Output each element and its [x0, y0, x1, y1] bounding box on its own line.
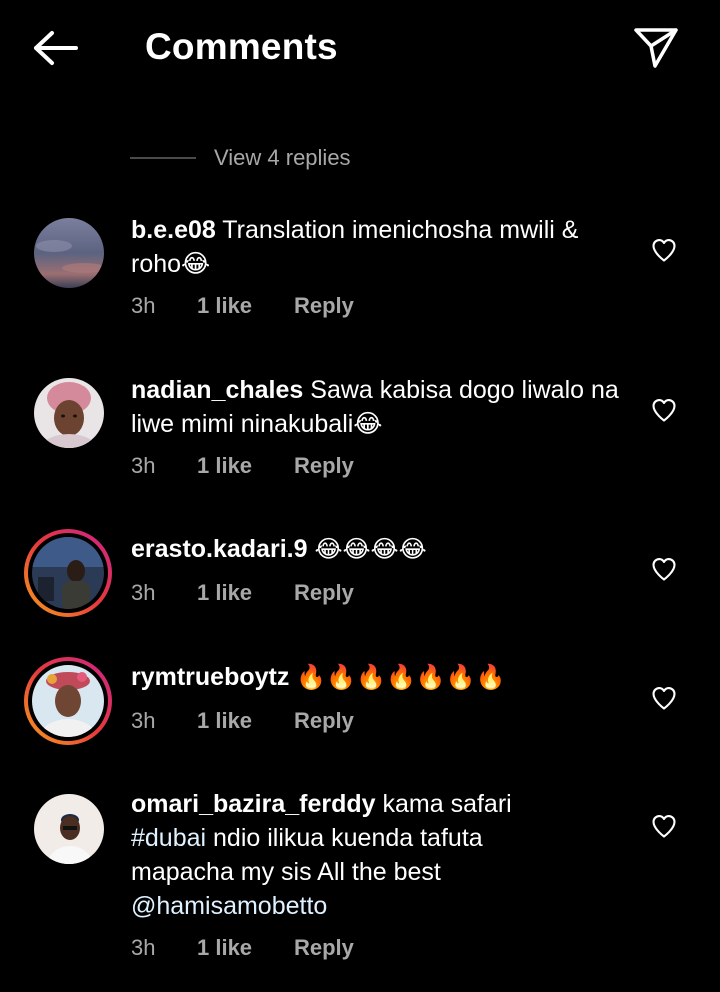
arrow-left-icon — [34, 31, 78, 65]
heart-icon[interactable] — [650, 812, 678, 840]
comment-item: b.e.e08 Translation imenichosha mwili & … — [0, 210, 720, 340]
reply-button[interactable]: Reply — [294, 293, 354, 319]
comment-item: nadian_chales Sawa kabisa dogo liwalo na… — [0, 370, 720, 500]
header-bar: Comments — [0, 0, 720, 96]
comment-username[interactable]: rymtrueboytz — [131, 663, 289, 691]
hashtag-link[interactable]: #dubai — [131, 824, 206, 852]
comment-likes-count[interactable]: 1 like — [197, 293, 294, 319]
comment-text: erasto.kadari.9 😂😂😂😂 — [131, 532, 631, 566]
comment-item: omari_bazira_ferddy kama safari #dubai n… — [0, 786, 720, 986]
view-replies-toggle[interactable]: View 4 replies — [130, 140, 351, 176]
comment-meta: 3h 1 like Reply — [131, 706, 354, 736]
comment-timestamp: 3h — [131, 580, 156, 605]
comment-text: b.e.e08 Translation imenichosha mwili & … — [131, 213, 631, 281]
comment-likes-count[interactable]: 1 like — [197, 935, 294, 961]
heart-icon[interactable] — [650, 396, 678, 424]
reply-button[interactable]: Reply — [294, 935, 354, 961]
comment-body-start: kama safari — [382, 790, 512, 818]
comment-meta: 3h 1 like Reply — [131, 451, 354, 481]
avatar[interactable] — [34, 794, 104, 864]
share-button[interactable] — [628, 22, 684, 74]
reply-button[interactable]: Reply — [294, 580, 354, 606]
comment-timestamp: 3h — [131, 453, 156, 478]
comment-timestamp: 3h — [131, 935, 156, 960]
mention-link[interactable]: @hamisamobetto — [131, 892, 327, 920]
reply-button[interactable]: Reply — [294, 708, 354, 734]
comment-likes-count[interactable]: 1 like — [197, 453, 294, 479]
avatar-with-story-ring[interactable] — [24, 657, 112, 745]
comment-meta: 3h 1 like Reply — [131, 291, 354, 321]
avatar[interactable] — [34, 378, 104, 448]
paper-plane-icon — [634, 28, 678, 68]
comment-likes-count[interactable]: 1 like — [197, 580, 294, 606]
avatar[interactable] — [34, 218, 104, 288]
comment-username[interactable]: erasto.kadari.9 — [131, 535, 308, 563]
replies-divider-line — [130, 157, 196, 159]
comment-timestamp: 3h — [131, 708, 156, 733]
reply-button[interactable]: Reply — [294, 453, 354, 479]
avatar-with-story-ring[interactable] — [24, 529, 112, 617]
comment-item: erasto.kadari.9 😂😂😂😂 3h 1 like Reply — [0, 528, 720, 628]
comment-text: nadian_chales Sawa kabisa dogo liwalo na… — [131, 373, 631, 441]
comment-likes-count[interactable]: 1 like — [197, 708, 294, 734]
comment-username[interactable]: b.e.e08 — [131, 216, 216, 244]
comment-text: omari_bazira_ferddy kama safari #dubai n… — [131, 787, 561, 923]
heart-icon[interactable] — [650, 555, 678, 583]
heart-icon[interactable] — [650, 236, 678, 264]
comment-meta: 3h 1 like Reply — [131, 578, 354, 608]
comment-item: rymtrueboytz 🔥🔥🔥🔥🔥🔥🔥 3h 1 like Reply — [0, 656, 720, 756]
back-button[interactable] — [28, 24, 84, 72]
heart-icon[interactable] — [650, 684, 678, 712]
comment-username[interactable]: nadian_chales — [131, 376, 303, 404]
comment-body: 🔥🔥🔥🔥🔥🔥🔥 — [296, 663, 506, 691]
comment-username[interactable]: omari_bazira_ferddy — [131, 790, 376, 818]
comment-body: 😂😂😂😂 — [314, 535, 427, 563]
comment-text: rymtrueboytz 🔥🔥🔥🔥🔥🔥🔥 — [131, 660, 631, 694]
page-title: Comments — [145, 26, 338, 67]
view-replies-label: View 4 replies — [214, 145, 351, 170]
comment-meta: 3h 1 like Reply — [131, 933, 354, 963]
comment-timestamp: 3h — [131, 293, 156, 318]
